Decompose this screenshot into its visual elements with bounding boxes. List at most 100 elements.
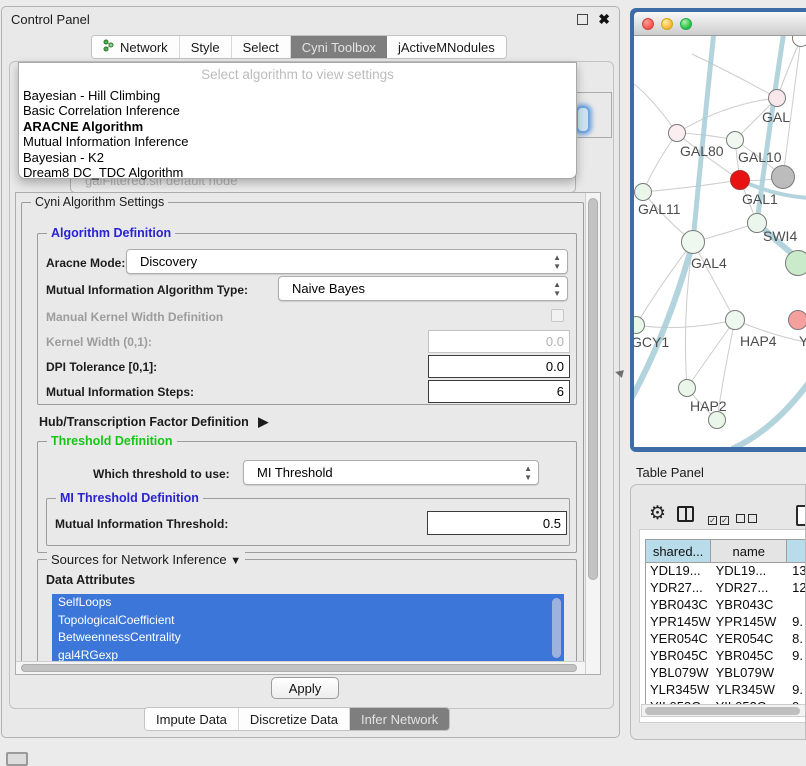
dropdown-item[interactable]: Bayesian - K2 [19,150,576,165]
table-row[interactable]: YDR27...YDR27...12 [646,580,806,597]
apply-button[interactable]: Apply [271,677,339,699]
list-scrollbar-thumb[interactable] [552,598,561,658]
node-label: Y [799,333,806,349]
focused-combobox-fragment [576,106,590,133]
minimize-traffic-light-icon[interactable] [661,18,673,30]
network-node-gal11[interactable] [634,183,652,201]
column-header-name[interactable]: name [711,540,787,562]
network-node-gal[interactable] [768,89,786,107]
tab-cyni-toolbox[interactable]: Cyni Toolbox [291,36,387,58]
network-node[interactable] [708,411,726,429]
network-node[interactable] [785,250,806,276]
data-attributes-list[interactable]: SelfLoops TopologicalCoefficient Between… [52,594,564,666]
mi-threshold-field[interactable]: 0.5 [427,511,567,535]
manual-kernel-checkbox[interactable] [551,309,564,322]
gear-icon[interactable]: ⚙ [649,505,666,524]
algorithm-dropdown: Select algorithm to view settings Bayesi… [18,62,577,179]
table-panel-title: Table Panel [636,465,704,480]
hub-definition-toggle[interactable]: Hub/Transcription Factor Definition ▶ [39,414,268,430]
dropdown-item-selected[interactable]: ARACNE Algorithm [19,119,576,134]
tab-network[interactable]: Network [92,36,180,58]
kernel-width-label: Kernel Width (0,1): [46,335,152,349]
tab-network-label: Network [120,40,168,55]
select-all-checkboxes-icon[interactable]: ✓✓ [708,510,732,528]
close-icon[interactable]: ✖ [598,14,610,25]
dropdown-item[interactable]: Dream8 DC_TDC Algorithm [19,165,576,180]
network-node-gal80[interactable] [668,124,686,142]
scrollbar-thumb[interactable] [21,664,577,672]
close-traffic-light-icon[interactable] [642,18,654,30]
mi-steps-label: Mutual Information Steps: [46,385,194,399]
table-row[interactable]: YBR043CYBR043C [646,597,806,614]
network-node-gal10[interactable] [726,131,744,149]
table-body[interactable]: YDL19...YDL19...13 YDR27...YDR27...12 YB… [645,563,806,704]
table-row[interactable]: YER054CYER054C8. [646,631,806,648]
aracne-mode-combobox[interactable]: Discovery ▲▼ [126,249,568,274]
settings-vertical-scrollbar[interactable] [585,193,600,674]
which-threshold-combobox[interactable]: MI Threshold ▲▼ [243,460,539,485]
column-header-partial[interactable] [787,540,806,562]
network-node-y[interactable] [788,310,806,330]
node-label: GAL1 [742,191,778,207]
network-node[interactable] [771,165,795,189]
node-label: GAL [762,109,790,125]
control-panel-title: Control Panel [11,12,577,27]
combo-arrows-icon: ▲▼ [524,464,532,482]
float-window-icon[interactable] [577,14,588,25]
tab-jactivemnodules[interactable]: jActiveMNodules [387,36,506,58]
dropdown-item[interactable]: Bayesian - Hill Climbing [19,88,576,103]
list-item[interactable]: BetweennessCentrality [52,629,564,647]
dropdown-item[interactable]: Basic Correlation Inference [19,103,576,118]
document-icon[interactable] [796,505,806,526]
tab-discretize-data[interactable]: Discretize Data [239,708,350,730]
bottom-tabstrip: Impute Data Discretize Data Infer Networ… [144,707,450,731]
manual-kernel-label: Manual Kernel Width Definition [46,310,223,324]
tab-select[interactable]: Select [232,36,291,58]
network-icon [103,39,115,55]
tab-infer-network[interactable]: Infer Network [350,708,449,730]
table-horizontal-scrollbar[interactable] [641,704,806,717]
control-panel-titlebar: Control Panel ✖ [2,7,619,32]
kernel-width-field: 0.0 [428,330,570,353]
threshold-definition-group: Threshold Definition Which threshold to … [37,441,577,553]
scrollbar-thumb[interactable] [588,198,598,580]
network-node-hap2[interactable] [678,379,696,397]
table-row[interactable]: YBR045CYBR045C9. [646,648,806,665]
aracne-mode-label: Aracne Mode: [46,256,125,270]
network-canvas[interactable]: GAL GAL80 GAL10 GAL1 GAL11 SWI4 GAL4 GCY… [634,36,806,447]
data-attributes-label: Data Attributes [46,573,135,587]
node-label: GAL10 [738,149,782,165]
network-node-hap4[interactable] [725,310,745,330]
mi-type-label: Mutual Information Algorithm Type: [46,283,248,297]
dpi-tolerance-field[interactable]: 0.0 [428,355,570,378]
combo-arrows-icon: ▲▼ [553,280,561,298]
deselect-all-checkboxes-icon[interactable] [736,510,760,528]
table-row[interactable]: YPR145WYPR145W9. [646,614,806,631]
minimized-palette-icon[interactable] [6,752,28,766]
network-window-titlebar[interactable] [634,12,806,36]
network-node-gal4[interactable] [681,230,705,254]
node-table: shared... name YDL19...YDL19...13 YDR27.… [645,539,806,704]
mi-type-combobox[interactable]: Naive Bayes ▲▼ [278,276,568,301]
threshold-definition-title: Threshold Definition [47,434,177,448]
tab-impute-data[interactable]: Impute Data [145,708,239,730]
sources-title[interactable]: Sources for Network Inference ▼ [47,552,245,567]
expand-right-icon: ▶ [258,414,268,429]
scrollbar-thumb[interactable] [645,707,800,715]
list-item[interactable]: SelfLoops [52,594,564,612]
cyni-algorithm-settings-group: Cyni Algorithm Settings Algorithm Defini… [21,202,584,675]
columns-icon[interactable] [677,506,694,522]
table-row[interactable]: YDL19...YDL19...13 [646,563,806,580]
mi-threshold-title: MI Threshold Definition [56,491,203,505]
zoom-traffic-light-icon[interactable] [680,18,692,30]
table-panel: ⚙ ✓✓ shared... name YDL19...YDL19...13 Y… [630,484,806,740]
dropdown-item[interactable]: Mutual Information Inference [19,134,576,149]
settings-horizontal-scrollbar[interactable] [16,661,585,674]
table-row[interactable]: YLR345WYLR345W9. [646,682,806,699]
table-row[interactable]: YBL079WYBL079W [646,665,806,682]
network-node-gal1[interactable] [730,170,750,190]
tab-style[interactable]: Style [180,36,232,58]
column-header-shared[interactable]: shared... [646,540,711,562]
list-item[interactable]: TopologicalCoefficient [52,612,564,630]
mi-steps-field[interactable]: 6 [428,380,570,403]
